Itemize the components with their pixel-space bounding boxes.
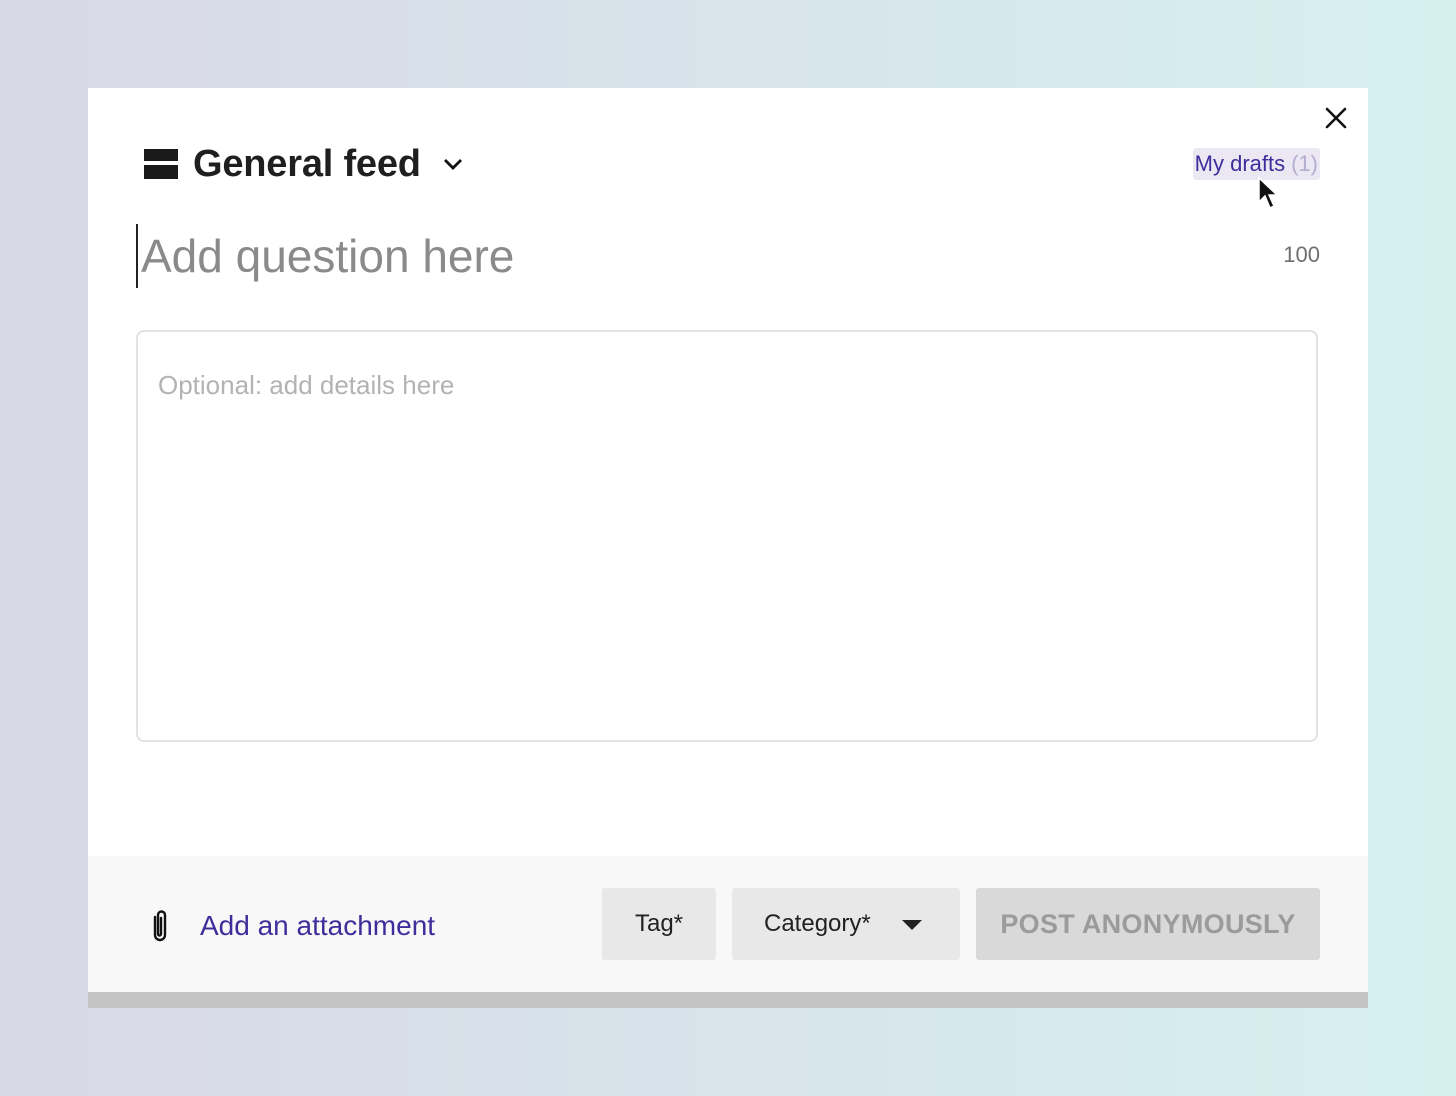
feed-selector[interactable]: General feed (144, 142, 465, 185)
feed-icon (144, 149, 178, 179)
screen-background: General feed My drafts (1) 100 Add an at… (0, 0, 1456, 1096)
caret-down-icon (902, 920, 922, 930)
drafts-label: My drafts (1194, 151, 1286, 176)
dialog-footer: Add an attachment Tag* Category* POST AN… (88, 856, 1368, 992)
post-label: POST ANONYMOUSLY (1000, 908, 1296, 939)
tag-button[interactable]: Tag* (602, 888, 716, 960)
chevron-down-icon (443, 159, 462, 170)
post-anonymously-button[interactable]: POST ANONYMOUSLY (976, 888, 1320, 960)
add-attachment-button[interactable]: Add an attachment (144, 908, 435, 944)
character-counter: 100 (1283, 242, 1320, 267)
my-drafts-link[interactable]: My drafts (1) (1192, 148, 1320, 180)
new-post-dialog: General feed My drafts (1) 100 Add an at… (88, 88, 1368, 1008)
question-input[interactable] (136, 224, 1221, 288)
tag-label: Tag* (634, 910, 684, 937)
feed-title: General feed (193, 142, 421, 185)
close-button[interactable] (1324, 106, 1348, 130)
paperclip-icon (153, 910, 167, 942)
category-label: Category* (764, 910, 871, 937)
footer-divider (88, 992, 1368, 1008)
close-icon (1325, 107, 1347, 129)
details-textarea[interactable] (136, 330, 1318, 742)
attachment-label: Add an attachment (200, 910, 436, 941)
drafts-count: (1) (1291, 151, 1318, 176)
category-select[interactable]: Category* (732, 888, 960, 960)
